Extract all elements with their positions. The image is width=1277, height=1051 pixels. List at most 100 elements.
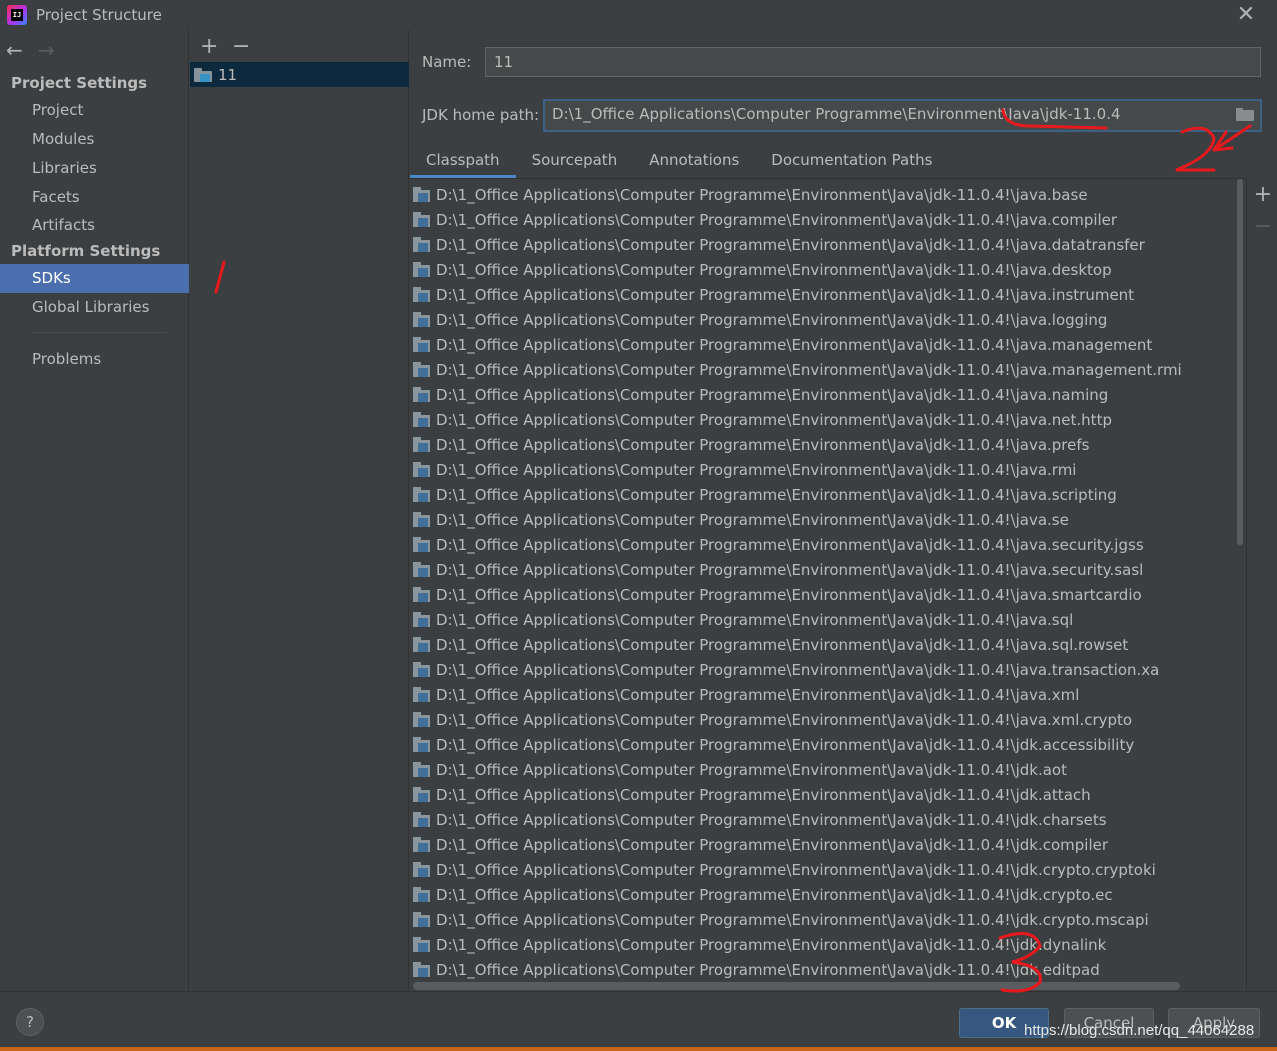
classpath-row[interactable]: D:\1_Office Applications\Computer Progra… [410,407,1246,432]
classpath-prefix: D:\1_Office Applications\Computer Progra… [436,235,1016,254]
classpath-prefix: D:\1_Office Applications\Computer Progra… [436,660,1016,679]
classpath-row[interactable]: D:\1_Office Applications\Computer Progra… [410,707,1246,732]
classpath-row[interactable]: D:\1_Office Applications\Computer Progra… [410,507,1246,532]
tab-sourcepath[interactable]: Sourcepath [516,146,634,178]
jar-folder-icon [413,687,430,702]
nav-item-libraries[interactable]: Libraries [0,154,189,183]
classpath-row[interactable]: D:\1_Office Applications\Computer Progra… [410,207,1246,232]
classpath-row[interactable]: D:\1_Office Applications\Computer Progra… [410,457,1246,482]
remove-sdk-button[interactable]: − [232,34,250,59]
nav-item-facets[interactable]: Facets [0,183,189,212]
platform-settings-header: Platform Settings [11,242,161,260]
classpath-prefix: D:\1_Office Applications\Computer Progra… [436,210,1016,229]
jar-folder-icon [413,437,430,452]
nav-item-global-libraries[interactable]: Global Libraries [0,293,189,322]
add-classpath-button[interactable]: + [1249,182,1277,214]
close-icon[interactable]: ✕ [1235,4,1257,26]
jar-folder-icon [413,262,430,277]
scrollbar-thumb[interactable] [1237,179,1243,545]
classpath-row[interactable]: D:\1_Office Applications\Computer Progra… [410,632,1246,657]
classpath-row[interactable]: D:\1_Office Applications\Computer Progra… [410,607,1246,632]
classpath-row[interactable]: D:\1_Office Applications\Computer Progra… [410,282,1246,307]
tab-documentation-paths[interactable]: Documentation Paths [755,146,948,178]
add-sdk-button[interactable]: + [200,34,218,59]
classpath-row[interactable]: D:\1_Office Applications\Computer Progra… [410,657,1246,682]
nav-item-project[interactable]: Project [0,96,189,125]
classpath-prefix: D:\1_Office Applications\Computer Progra… [436,935,1016,954]
classpath-row[interactable]: D:\1_Office Applications\Computer Progra… [410,907,1246,932]
browse-folder-icon[interactable] [1236,108,1254,121]
classpath-list[interactable]: D:\1_Office Applications\Computer Progra… [410,178,1247,991]
classpath-row[interactable]: D:\1_Office Applications\Computer Progra… [410,757,1246,782]
scrollbar-thumb[interactable] [413,982,1180,990]
sdk-list-item[interactable]: 11 [190,62,409,87]
classpath-module: jdk.crypto.ec [1015,885,1113,904]
tab-annotations[interactable]: Annotations [633,146,755,178]
classpath-module: java.sql.rowset [1015,635,1129,654]
classpath-row[interactable]: D:\1_Office Applications\Computer Progra… [410,857,1246,882]
arrow-right-icon[interactable]: → [38,38,58,62]
jar-folder-icon [413,712,430,727]
classpath-module: java.base [1015,185,1088,204]
classpath-prefix: D:\1_Office Applications\Computer Progra… [436,960,1016,979]
jar-folder-icon [413,237,430,252]
classpath-module: jdk.aot [1015,760,1067,779]
classpath-row[interactable]: D:\1_Office Applications\Computer Progra… [410,957,1246,982]
classpath-row[interactable]: D:\1_Office Applications\Computer Progra… [410,782,1246,807]
jar-folder-icon [413,362,430,377]
classpath-module: java.sql [1015,610,1074,629]
help-button[interactable]: ? [16,1008,44,1036]
name-field[interactable]: 11 [485,47,1261,77]
jdk-home-path-field[interactable]: D:\1_Office Applications\Computer Progra… [543,99,1262,132]
classpath-row[interactable]: D:\1_Office Applications\Computer Progra… [410,832,1246,857]
classpath-row[interactable]: D:\1_Office Applications\Computer Progra… [410,432,1246,457]
project-settings-header: Project Settings [11,74,148,92]
classpath-row[interactable]: D:\1_Office Applications\Computer Progra… [410,482,1246,507]
arrow-left-icon[interactable]: ← [6,38,26,62]
nav-item-modules[interactable]: Modules [0,125,189,154]
classpath-row[interactable]: D:\1_Office Applications\Computer Progra… [410,882,1246,907]
jar-folder-icon [413,412,430,427]
jar-folder-icon [413,637,430,652]
classpath-row[interactable]: D:\1_Office Applications\Computer Progra… [410,357,1246,382]
jar-folder-icon [413,612,430,627]
classpath-row[interactable]: D:\1_Office Applications\Computer Progra… [410,257,1246,282]
classpath-row[interactable]: D:\1_Office Applications\Computer Progra… [410,807,1246,832]
classpath-module: jdk.attach [1015,785,1091,804]
classpath-row[interactable]: D:\1_Office Applications\Computer Progra… [410,232,1246,257]
vertical-scrollbar[interactable] [1236,179,1244,991]
classpath-prefix: D:\1_Office Applications\Computer Progra… [436,560,1016,579]
classpath-row[interactable]: D:\1_Office Applications\Computer Progra… [410,582,1246,607]
classpath-prefix: D:\1_Office Applications\Computer Progra… [436,310,1016,329]
nav-item-problems[interactable]: Problems [0,345,189,374]
classpath-row[interactable]: D:\1_Office Applications\Computer Progra… [410,307,1246,332]
classpath-row[interactable]: D:\1_Office Applications\Computer Progra… [410,332,1246,357]
classpath-row[interactable]: D:\1_Office Applications\Computer Progra… [410,932,1246,957]
classpath-module: java.scripting [1015,485,1117,504]
classpath-module: java.logging [1015,310,1108,329]
nav-item-artifacts[interactable]: Artifacts [0,211,189,240]
horizontal-scrollbar[interactable] [410,980,1236,991]
classpath-module: java.rmi [1015,460,1077,479]
classpath-module: java.transaction.xa [1015,660,1160,679]
jar-folder-icon [413,537,430,552]
classpath-row[interactable]: D:\1_Office Applications\Computer Progra… [410,382,1246,407]
nav-item-sdks[interactable]: SDKs [0,264,189,293]
classpath-row[interactable]: D:\1_Office Applications\Computer Progra… [410,182,1246,207]
remove-classpath-button[interactable]: − [1249,214,1277,246]
tab-classpath[interactable]: Classpath [410,146,516,178]
jar-folder-icon [413,587,430,602]
classpath-prefix: D:\1_Office Applications\Computer Progra… [436,285,1016,304]
classpath-module: jdk.charsets [1015,810,1107,829]
classpath-module: java.instrument [1015,285,1135,304]
classpath-row[interactable]: D:\1_Office Applications\Computer Progra… [410,532,1246,557]
jar-folder-icon [413,562,430,577]
classpath-prefix: D:\1_Office Applications\Computer Progra… [436,860,1016,879]
classpath-row[interactable]: D:\1_Office Applications\Computer Progra… [410,682,1246,707]
settings-nav: ← → Project Settings Project Modules Lib… [0,30,189,991]
classpath-module: jdk.dynalink [1015,935,1107,954]
classpath-prefix: D:\1_Office Applications\Computer Progra… [436,735,1016,754]
classpath-row[interactable]: D:\1_Office Applications\Computer Progra… [410,557,1246,582]
classpath-row[interactable]: D:\1_Office Applications\Computer Progra… [410,732,1246,757]
jar-folder-icon [413,837,430,852]
